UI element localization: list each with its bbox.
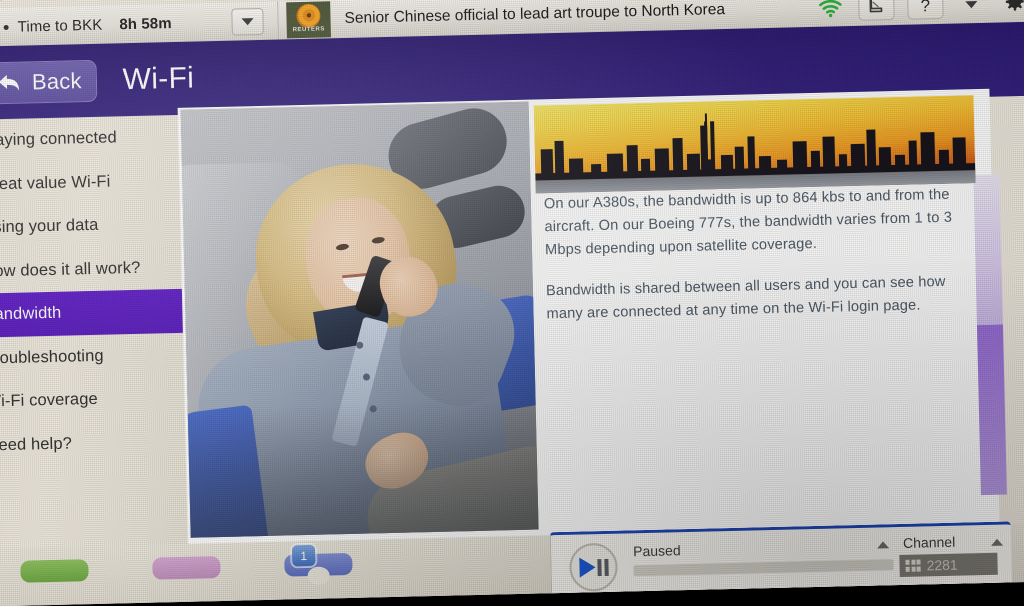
sidebar-item-using-your-data[interactable]: Using your data	[0, 202, 185, 250]
paragraph-1: On our A380s, the bandwidth is up to 864…	[543, 186, 953, 259]
reuters-swirl-icon	[296, 3, 321, 29]
back-button-label: Back	[31, 68, 82, 95]
right-accent-strip-top	[973, 174, 1003, 326]
dock-button-green[interactable]	[20, 559, 89, 583]
page-indicator[interactable]: 1	[291, 544, 316, 567]
channel-value[interactable]: 2281	[899, 552, 998, 578]
flight-time-remaining: 8h 58m	[119, 14, 172, 33]
sidebar-item-bandwidth[interactable]: Bandwidth	[0, 288, 187, 338]
channel-up-icon[interactable]	[990, 538, 1004, 546]
channel-label: Channel	[902, 533, 956, 551]
play-pause-button[interactable]	[568, 542, 619, 592]
paragraph-2: Bandwidth is shared between all users an…	[545, 273, 946, 323]
chevron-down-icon[interactable]	[956, 0, 987, 18]
sidebar-item-label: Staying connected	[0, 128, 117, 150]
sidebar-item-label: Troubleshooting	[0, 346, 104, 368]
sidebar-item-how-does-it-all-work[interactable]: How does it all work?	[0, 245, 186, 293]
wifi-icon[interactable]	[815, 0, 846, 21]
media-player-bar: Paused Channel 2281	[549, 521, 1013, 600]
flight-info-dropdown-button[interactable]	[231, 7, 264, 36]
divider	[277, 1, 280, 40]
sidebar-item-label: Using your data	[0, 216, 99, 237]
channel-number: 2281	[926, 556, 958, 574]
sidebar-item-great-value-wi-fi[interactable]: Great value Wi-Fi	[0, 158, 184, 206]
woman-on-phone-photo	[180, 101, 539, 538]
help-icon[interactable]: ?	[907, 0, 944, 20]
sidebar-item-label: Wi-Fi coverage	[0, 390, 98, 411]
pause-icon	[596, 558, 609, 576]
page-title: Wi-Fi	[122, 61, 195, 97]
sidebar-item-label: Need help?	[0, 434, 73, 455]
sidebar-item-label: How does it all work?	[0, 258, 141, 281]
news-headline[interactable]: Senior Chinese official to lead art trou…	[330, 0, 815, 28]
sidebar-item-label: Great value Wi-Fi	[0, 172, 111, 194]
bullet-icon	[3, 24, 9, 30]
back-button[interactable]: Back	[0, 59, 98, 105]
back-arrow-icon	[0, 74, 20, 91]
sidebar-item-need-help[interactable]: Need help?	[0, 419, 190, 467]
playback-status: Paused	[632, 542, 681, 560]
settings-gear-icon[interactable]	[999, 0, 1024, 17]
sidebar-nav: Staying connected Great value Wi-Fi Using …	[0, 114, 192, 550]
device-screen: Time to BKK 8h 58m REUTERS Senior Chines…	[0, 0, 1024, 606]
flight-destination-label: Time to BKK	[17, 16, 103, 36]
chevron-down-icon	[241, 17, 254, 25]
status-bar-icons: ?	[815, 0, 1024, 22]
volume-up-icon[interactable]	[877, 541, 890, 549]
sidebar-item-staying-connected[interactable]: Staying connected	[0, 115, 183, 163]
sidebar-item-label: Bandwidth	[0, 303, 62, 324]
seat-icon[interactable]	[858, 0, 895, 21]
grid-icon	[905, 559, 921, 572]
help-glyph: ?	[920, 0, 931, 15]
right-accent-strip-bottom	[976, 324, 1007, 496]
progress-bar[interactable]	[633, 559, 894, 577]
dock-button-pink[interactable]	[152, 556, 221, 580]
dubai-skyline-banner	[533, 95, 976, 194]
sidebar-item-troubleshooting[interactable]: Troubleshooting	[0, 332, 188, 380]
reuters-wordmark: REUTERS	[292, 26, 325, 34]
sidebar-item-wi-fi-coverage[interactable]: Wi-Fi coverage	[0, 376, 189, 424]
caret-glyph	[965, 0, 978, 8]
bandwidth-copy: On our A380s, the bandwidth is up to 864…	[544, 183, 967, 344]
play-icon	[578, 557, 596, 578]
flight-time-widget[interactable]: Time to BKK 8h 58m	[0, 13, 218, 36]
reuters-logo: REUTERS	[286, 1, 331, 39]
